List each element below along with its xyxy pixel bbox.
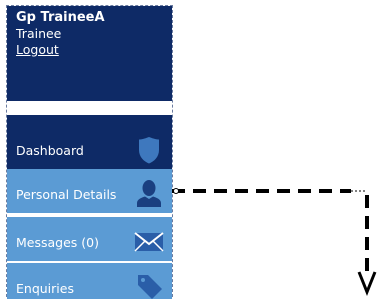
arrow-connector xyxy=(172,188,377,297)
screenshot-canvas: Gp TraineeA Trainee Logout Dashboard Per… xyxy=(0,0,377,299)
